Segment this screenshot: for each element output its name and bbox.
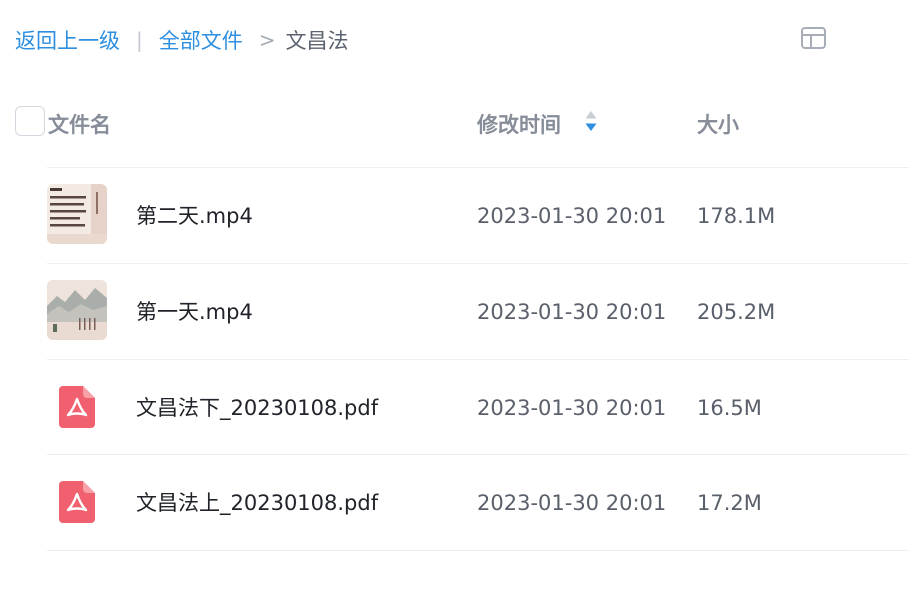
file-name[interactable]: 第二天.mp4: [136, 168, 253, 264]
file-size: 178.1M: [697, 204, 776, 228]
breadcrumb-arrow: >: [258, 28, 276, 52]
file-row[interactable]: 第一天.mp4 2023-01-30 20:01 205.2M: [47, 263, 909, 359]
file-modified-time: 2023-01-30 20:01: [477, 300, 667, 324]
all-files-link[interactable]: 全部文件: [159, 25, 243, 55]
file-name[interactable]: 第一天.mp4: [136, 264, 253, 360]
breadcrumb-current: 文昌法: [285, 29, 349, 53]
pdf-icon: [59, 481, 95, 523]
file-size: 16.5M: [697, 396, 762, 420]
back-link[interactable]: 返回上一级: [15, 25, 120, 55]
file-row[interactable]: 第二天.mp4 2023-01-30 20:01 178.1M: [47, 167, 909, 263]
video-thumbnail-icon: [47, 184, 107, 244]
file-row[interactable]: 文昌法上_20230108.pdf 2023-01-30 20:01 17.2M: [47, 454, 909, 550]
table-header: 文件名 修改时间 大小: [0, 100, 916, 144]
file-modified-time: 2023-01-30 20:01: [477, 491, 667, 515]
file-modified-time: 2023-01-30 20:01: [477, 396, 667, 420]
sort-icon[interactable]: [584, 109, 598, 133]
pdf-icon: [59, 386, 95, 428]
file-modified-time: 2023-01-30 20:01: [477, 204, 667, 228]
file-name[interactable]: 文昌法上_20230108.pdf: [136, 455, 378, 551]
file-size: 17.2M: [697, 491, 762, 515]
file-row[interactable]: 文昌法下_20230108.pdf 2023-01-30 20:01 16.5M: [47, 359, 909, 455]
breadcrumb-separator: |: [136, 28, 143, 52]
video-thumbnail-icon: [47, 280, 107, 340]
column-header-size: 大小: [697, 113, 739, 137]
list-view-toggle-icon[interactable]: [800, 26, 827, 50]
table-bottom-divider: [47, 550, 909, 551]
column-header-modified[interactable]: 修改时间: [477, 109, 561, 139]
select-all-checkbox[interactable]: [15, 106, 45, 136]
breadcrumb: 返回上一级 | 全部文件 > 文昌法: [15, 25, 349, 55]
file-name[interactable]: 文昌法下_20230108.pdf: [136, 360, 378, 456]
file-size: 205.2M: [697, 300, 776, 324]
column-header-name: 文件名: [48, 113, 111, 137]
